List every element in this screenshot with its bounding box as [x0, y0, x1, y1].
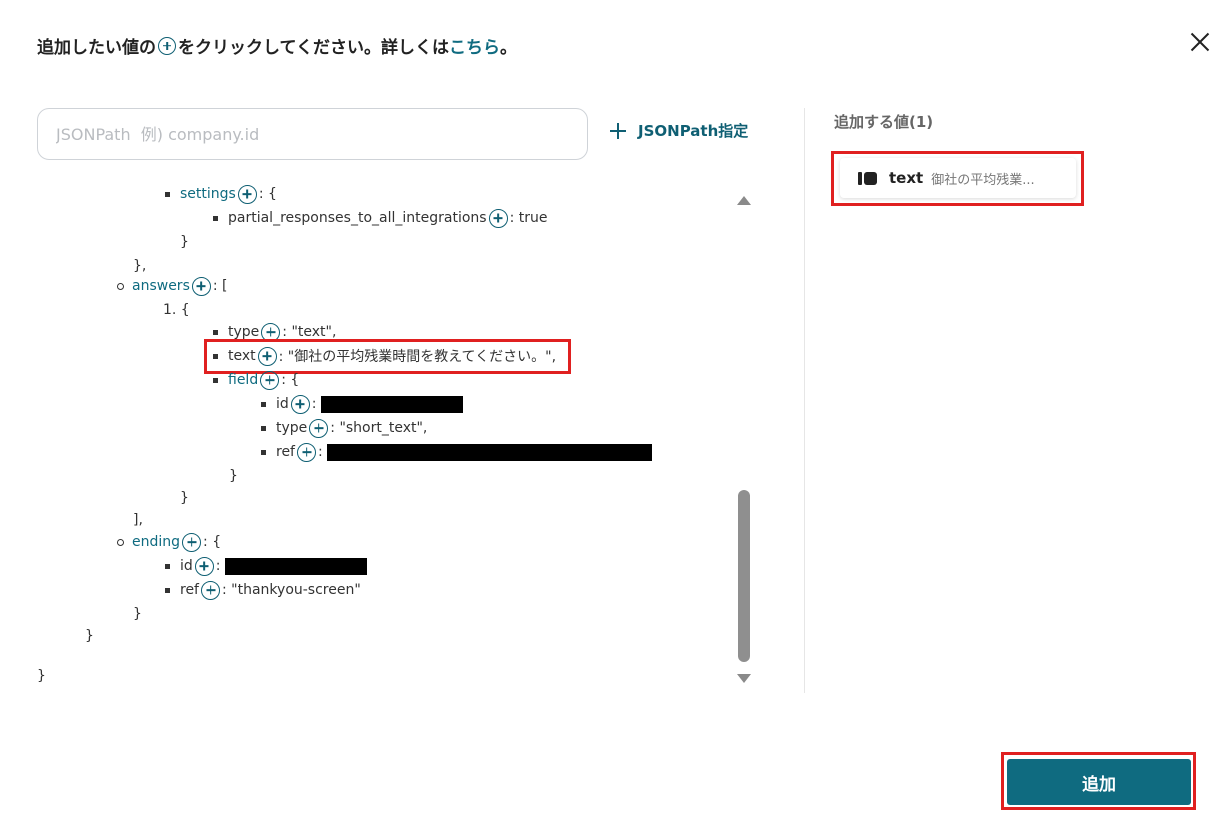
help-link[interactable]: こちら	[449, 33, 500, 58]
tree-key-type: type	[228, 324, 260, 340]
tree-punct: : [	[212, 278, 228, 294]
add-value-icon[interactable]	[309, 418, 329, 438]
scroll-up-icon[interactable]	[737, 196, 751, 205]
bullet-square	[261, 425, 266, 431]
tree-punct: : {	[281, 372, 300, 388]
redacted-value	[326, 443, 652, 461]
tree-key-type: type	[276, 420, 308, 436]
panel-divider	[804, 108, 805, 693]
header-text-before: 追加したい値の	[37, 38, 156, 58]
scroll-thumb[interactable]	[738, 490, 750, 662]
header-text-after: をクリックしてください。詳しくは	[178, 38, 449, 58]
bullet-square	[165, 587, 170, 593]
add-value-icon[interactable]	[260, 370, 280, 390]
add-value-icon[interactable]	[488, 208, 508, 228]
tree-line-field: field : {	[213, 369, 299, 391]
tree-key-ending: ending	[132, 534, 181, 550]
tree-punct: ],	[133, 512, 143, 528]
json-tree: settings : { partial_responses_to_all_in…	[0, 180, 730, 695]
add-value-icon[interactable]	[237, 184, 257, 204]
tree-punct: :	[215, 558, 221, 574]
bullet-square	[261, 401, 266, 407]
header-period: 。	[499, 38, 517, 58]
tree-key-settings: settings	[180, 186, 236, 202]
plus-circle-icon	[158, 36, 176, 55]
tree-value: : "text",	[282, 324, 337, 340]
tree-punct: }	[37, 668, 46, 684]
tree-line-ending-ref: ref : "thankyou-screen"	[165, 579, 361, 601]
tree-line-ending-id: id :	[165, 555, 367, 577]
tree-key-id: id	[180, 558, 193, 574]
tree-line-ending: ending : {	[117, 531, 221, 553]
tree-line-bracket: ],	[133, 509, 143, 531]
redacted-value	[224, 557, 367, 575]
add-value-icon[interactable]	[201, 580, 220, 600]
tree-line-brace: }	[180, 487, 189, 509]
tree-line-item1: 1. {	[163, 299, 190, 321]
tree-punct: }	[180, 234, 189, 250]
bullet-square	[213, 329, 218, 335]
redacted-value	[320, 395, 463, 413]
tree-key-field: field	[228, 372, 259, 388]
tree-punct: :	[318, 444, 323, 460]
tree-punct: },	[133, 258, 147, 274]
tree-line-field-id: id :	[261, 393, 463, 415]
close-icon[interactable]	[1188, 30, 1212, 54]
jsonpath-search-input[interactable]	[37, 108, 588, 160]
tree-value: : true	[509, 210, 548, 226]
add-value-icon[interactable]	[182, 532, 202, 552]
tree-punct: : {	[258, 186, 277, 202]
tree-line-brace: }	[85, 625, 94, 647]
tree-punct: :	[311, 396, 317, 412]
tree-line-brace: },	[133, 255, 146, 277]
jsonpath-specify-label: JSONPath指定	[638, 122, 749, 140]
tree-punct: : {	[203, 534, 222, 550]
plus-icon	[610, 123, 626, 139]
scroll-down-icon[interactable]	[737, 674, 751, 683]
bullet-circle	[117, 538, 124, 546]
tree-line-brace: }	[180, 231, 189, 253]
tree-key-ref: ref	[180, 582, 199, 598]
tree-value: : "thankyou-screen"	[222, 582, 361, 598]
tree-punct: }	[85, 628, 94, 644]
add-value-icon[interactable]	[290, 394, 310, 414]
tree-line-brace: }	[133, 603, 142, 625]
tree-punct: }	[180, 490, 189, 506]
bullet-square	[165, 563, 170, 569]
tree-key-id: id	[276, 396, 289, 412]
tree-value: : "short_text",	[330, 420, 428, 436]
tree-line-field-type: type : "short_text",	[261, 417, 427, 439]
bullet-square	[261, 449, 266, 455]
tree-line-settings: settings : {	[165, 183, 277, 205]
highlight-box	[831, 151, 1084, 206]
tree-line-brace: }	[229, 465, 238, 487]
bullet-square	[213, 215, 218, 221]
tree-punct: }	[229, 468, 238, 484]
add-value-icon[interactable]	[191, 276, 211, 296]
tree-punct: 1. {	[163, 302, 190, 318]
tree-line-answers: answers : [	[117, 275, 228, 297]
bullet-square	[213, 377, 218, 383]
tree-key-ref: ref	[276, 444, 295, 460]
tree-line-partial: partial_responses_to_all_integrations : …	[213, 207, 547, 229]
highlight-box	[1001, 752, 1196, 810]
tree-key-answers: answers	[132, 278, 190, 294]
bullet-square	[165, 191, 170, 197]
tree-key-partial: partial_responses_to_all_integrations	[228, 210, 487, 226]
tree-punct: }	[133, 606, 142, 622]
instruction-header: 追加したい値の をクリックしてください。詳しくは こちら 。	[37, 33, 517, 58]
jsonpath-specify-button[interactable]: JSONPath指定	[610, 120, 748, 141]
tree-line-field-ref: ref :	[261, 441, 652, 463]
bullet-circle	[117, 282, 124, 290]
add-value-icon[interactable]	[194, 556, 214, 576]
add-value-icon[interactable]	[297, 442, 316, 462]
selected-values-title: 追加する値(1)	[834, 113, 934, 131]
tree-line-brace: }	[37, 665, 46, 687]
tree-scrollbar[interactable]	[733, 192, 755, 687]
